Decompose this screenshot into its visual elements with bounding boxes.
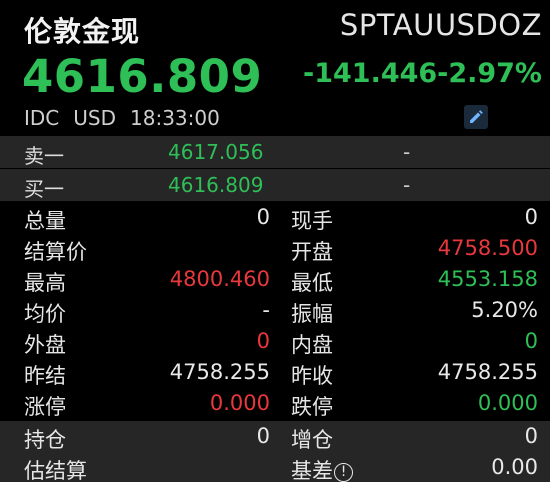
basis-label-group: 基差! [291, 455, 353, 482]
stat-value: 4758.255 [169, 360, 270, 384]
ask-label: 卖一 [24, 144, 64, 168]
stat-label: 开盘 [291, 240, 333, 264]
stats-row: 总量 0 现手 0 [0, 202, 550, 233]
stats-grid: 总量 0 现手 0 结算价 开盘 4758.500 最高 4800.460 最低… [0, 202, 550, 422]
stat-value: 4553.158 [437, 267, 538, 291]
stat-label: 内盘 [291, 333, 333, 357]
stat-label: 持仓 [24, 428, 66, 452]
currency-label: USD [73, 106, 116, 130]
stats-row: 涨停 0.000 跌停 0.000 [0, 388, 550, 419]
stats-row: 估结算 基差! 0.00 [0, 452, 550, 482]
bid-volume: - [403, 173, 411, 197]
stat-label: 跌停 [291, 395, 333, 419]
stats-row: 持仓 0 增仓 0 [0, 421, 550, 452]
pencil-icon[interactable] [464, 105, 488, 129]
timestamp: 18:33:00 [130, 106, 220, 130]
stat-value: 0 [256, 424, 270, 448]
stat-label: 外盘 [24, 333, 66, 357]
ask-row: 卖一 4617.056 - [0, 136, 550, 168]
stat-label: 结算价 [24, 240, 87, 264]
stat-value: 0 [524, 205, 538, 229]
stat-label: 增仓 [291, 428, 333, 452]
stat-value: 0 [256, 329, 270, 353]
quote-meta: IDC USD 18:33:00 [24, 106, 234, 130]
stat-value: 0 [256, 205, 270, 229]
stat-label: 最高 [24, 271, 66, 295]
quote-header: 伦敦金现 SPTAUUSDOZ 4616.809 -141.446 -2.97%… [0, 0, 550, 135]
stat-value: 4800.460 [169, 267, 270, 291]
stat-label: 昨结 [24, 364, 66, 388]
bid-label: 买一 [24, 177, 64, 201]
stat-label: 估结算 [24, 459, 87, 482]
price-change-percent: -2.97% [437, 58, 542, 89]
stat-label: 涨停 [24, 395, 66, 419]
stats-row: 均价 - 振幅 5.20% [0, 295, 550, 326]
stats-row: 结算价 开盘 4758.500 [0, 233, 550, 264]
price-change: -141.446 [303, 58, 438, 89]
stat-value: - [262, 298, 270, 322]
last-price: 4616.809 [22, 50, 263, 103]
ask-price: 4617.056 [168, 140, 264, 164]
stat-value: 0 [524, 329, 538, 353]
stat-label: 总量 [24, 209, 66, 233]
position-panel: 持仓 0 增仓 0 估结算 基差! 0.00 [0, 421, 550, 482]
exchange-label: IDC [24, 106, 60, 130]
stat-value: 4758.255 [437, 360, 538, 384]
stat-value: 0.000 [477, 391, 538, 415]
stat-value: 4758.500 [437, 236, 538, 260]
instrument-name: 伦敦金现 [24, 15, 141, 48]
stat-value: 0.000 [209, 391, 270, 415]
stat-label: 基差 [291, 459, 333, 482]
bid-row: 买一 4616.809 - [0, 169, 550, 201]
instrument-code: SPTAUUSDOZ [339, 8, 542, 42]
ask-volume: - [403, 140, 411, 164]
stat-label: 均价 [24, 302, 66, 326]
stat-label: 最低 [291, 271, 333, 295]
stats-row: 昨结 4758.255 昨收 4758.255 [0, 357, 550, 388]
stat-value: 5.20% [471, 298, 538, 322]
stat-label: 振幅 [291, 302, 333, 326]
stat-value: 0 [524, 424, 538, 448]
stat-label: 现手 [291, 209, 333, 233]
info-circle-icon[interactable]: ! [334, 463, 353, 482]
bid-price: 4616.809 [168, 173, 264, 197]
stat-label: 昨收 [291, 364, 333, 388]
stats-row: 外盘 0 内盘 0 [0, 326, 550, 357]
stat-value: 0.00 [491, 455, 538, 479]
stats-row: 最高 4800.460 最低 4553.158 [0, 264, 550, 295]
